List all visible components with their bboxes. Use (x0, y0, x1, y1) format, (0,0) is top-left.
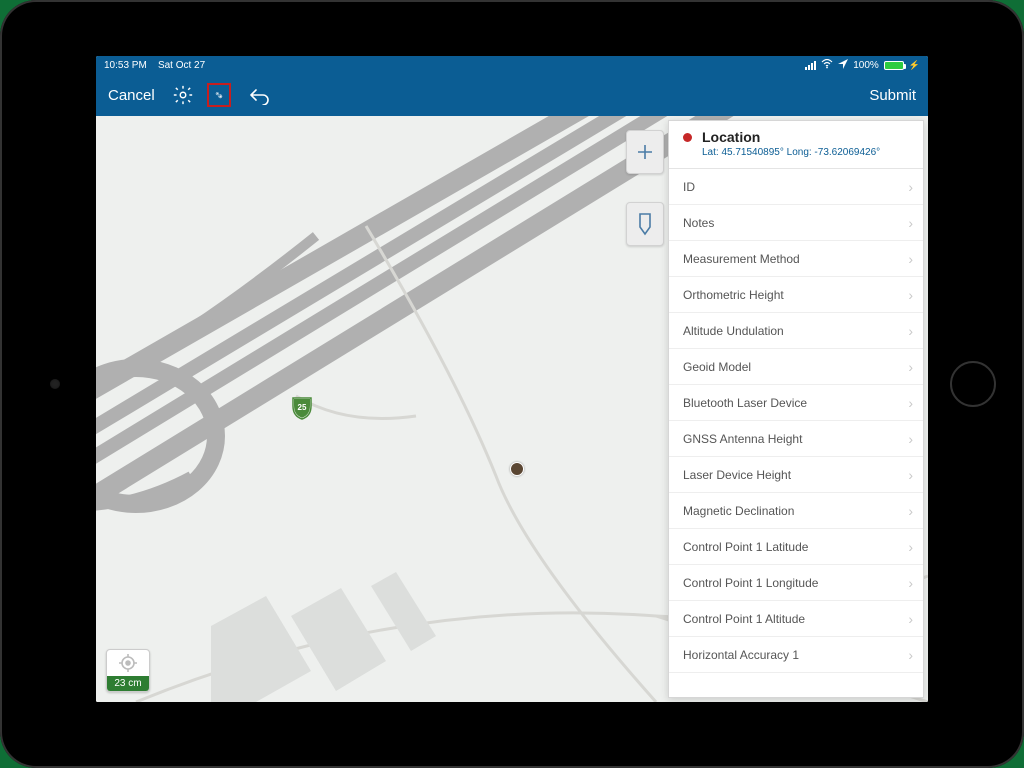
accuracy-badge[interactable]: 23 cm (106, 649, 150, 692)
nav-bar: Cancel (96, 74, 928, 116)
location-arrow-icon (838, 59, 848, 72)
submit-button[interactable]: Submit (869, 87, 916, 104)
home-button[interactable] (950, 361, 996, 407)
chevron-right-icon: › (908, 575, 913, 591)
panel-header[interactable]: Location Lat: 45.71540895° Long: -73.620… (669, 121, 923, 169)
field-row[interactable]: Control Point 1 Longitude › (669, 565, 923, 601)
status-right: 100% ⚡ (805, 59, 920, 72)
field-row[interactable]: Altitude Undulation › (669, 313, 923, 349)
battery-icon (884, 61, 904, 70)
chevron-right-icon: › (908, 323, 913, 339)
field-row[interactable]: Geoid Model › (669, 349, 923, 385)
gear-icon[interactable] (171, 83, 195, 107)
field-label: Notes (683, 216, 714, 230)
content-area: 25 23 c (96, 116, 928, 702)
field-label: Measurement Method (683, 252, 800, 266)
survey-point-icon[interactable] (510, 462, 524, 476)
field-row[interactable]: Laser Device Height › (669, 457, 923, 493)
map-tools (626, 130, 664, 246)
field-row[interactable]: Notes › (669, 205, 923, 241)
wifi-icon (821, 59, 833, 72)
chevron-right-icon: › (908, 503, 913, 519)
status-bar: 10:53 PM Sat Oct 27 100% ⚡ (96, 56, 928, 74)
chevron-right-icon: › (908, 467, 913, 483)
field-label: Orthometric Height (683, 288, 784, 302)
field-label: Control Point 1 Altitude (683, 612, 805, 626)
chevron-right-icon: › (908, 395, 913, 411)
chevron-right-icon: › (908, 539, 913, 555)
panel-title: Location (702, 129, 880, 145)
field-label: GNSS Antenna Height (683, 432, 802, 446)
route-shield-icon: 25 (291, 396, 313, 420)
battery-text: 100% (853, 60, 879, 71)
screen: 10:53 PM Sat Oct 27 100% ⚡ Cancel (96, 56, 928, 702)
status-time: 10:53 PM Sat Oct 27 (104, 60, 205, 71)
field-row[interactable]: Control Point 1 Altitude › (669, 601, 923, 637)
field-label: Bluetooth Laser Device (683, 396, 807, 410)
field-row[interactable]: Magnetic Declination › (669, 493, 923, 529)
offset-tool-icon[interactable] (207, 83, 231, 107)
charging-icon: ⚡ (909, 60, 920, 71)
location-symbol-icon (683, 133, 692, 142)
clock-text: 10:53 PM (104, 60, 147, 71)
field-label: Laser Device Height (683, 468, 791, 482)
add-point-button[interactable] (626, 130, 664, 174)
field-label: Geoid Model (683, 360, 751, 374)
date-text: Sat Oct 27 (158, 60, 205, 71)
chevron-right-icon: › (908, 611, 913, 627)
chevron-right-icon: › (908, 215, 913, 231)
field-row[interactable]: ID › (669, 169, 923, 205)
svg-text:25: 25 (298, 403, 307, 412)
chevron-right-icon: › (908, 431, 913, 447)
signal-icon (805, 61, 816, 70)
attribute-panel: Location Lat: 45.71540895° Long: -73.620… (668, 120, 924, 698)
field-label: Horizontal Accuracy 1 (683, 648, 799, 662)
stream-button[interactable] (626, 202, 664, 246)
cancel-button[interactable]: Cancel (108, 87, 155, 104)
chevron-right-icon: › (908, 647, 913, 663)
chevron-right-icon: › (908, 179, 913, 195)
field-label: Magnetic Declination (683, 504, 794, 518)
field-label: Control Point 1 Longitude (683, 576, 818, 590)
panel-coords: Lat: 45.71540895° Long: -73.62069426° (702, 147, 880, 158)
field-label: Altitude Undulation (683, 324, 784, 338)
field-row[interactable]: Control Point 1 Latitude › (669, 529, 923, 565)
chevron-right-icon: › (908, 251, 913, 267)
field-label: ID (683, 180, 695, 194)
chevron-right-icon: › (908, 287, 913, 303)
chevron-right-icon: › (908, 359, 913, 375)
ipad-frame: 10:53 PM Sat Oct 27 100% ⚡ Cancel (0, 0, 1024, 768)
field-row[interactable]: Measurement Method › (669, 241, 923, 277)
field-row[interactable]: Orthometric Height › (669, 277, 923, 313)
field-row[interactable]: Bluetooth Laser Device › (669, 385, 923, 421)
field-list[interactable]: ID›Notes›Measurement Method›Orthometric … (669, 169, 923, 697)
field-row[interactable]: Horizontal Accuracy 1 › (669, 637, 923, 673)
field-label: Control Point 1 Latitude (683, 540, 808, 554)
accuracy-value: 23 cm (107, 676, 149, 691)
undo-icon[interactable] (247, 83, 271, 107)
camera-icon (50, 379, 60, 389)
target-icon (107, 650, 149, 676)
field-row[interactable]: GNSS Antenna Height › (669, 421, 923, 457)
